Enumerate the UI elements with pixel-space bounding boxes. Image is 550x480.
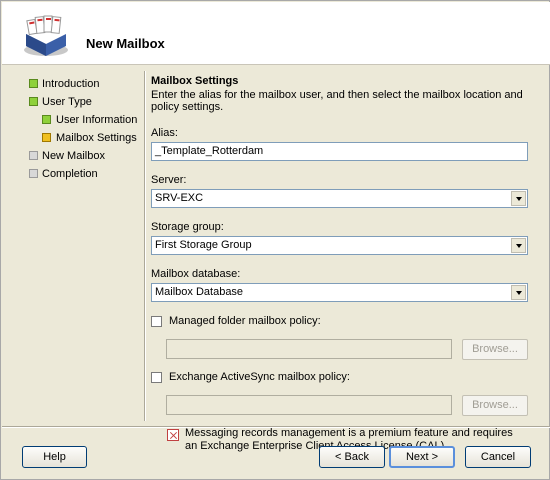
activesync-policy-field (166, 395, 452, 415)
horizontal-divider (2, 426, 550, 428)
activesync-policy-row: Exchange ActiveSync mailbox policy: (151, 371, 531, 387)
step-label: Mailbox Settings (56, 132, 137, 144)
storage-group-value: First Storage Group (155, 239, 252, 251)
mailbox-database-dropdown[interactable]: Mailbox Database (151, 283, 528, 302)
storage-group-label: Storage group: (151, 221, 224, 233)
section-description: Enter the alias for the mailbox user, an… (151, 89, 523, 113)
wizard-steps: Introduction User Type User Information … (21, 75, 141, 183)
back-button[interactable]: < Back (319, 446, 385, 468)
step-complete-icon (42, 115, 51, 124)
managed-folder-policy-label[interactable]: Managed folder mailbox policy: (169, 315, 321, 327)
step-new-mailbox: New Mailbox (21, 147, 141, 165)
managed-folder-policy-row: Managed folder mailbox policy: (151, 315, 531, 331)
activesync-policy-label[interactable]: Exchange ActiveSync mailbox policy: (169, 371, 350, 383)
mailbox-wizard-icon (24, 15, 68, 56)
step-complete-icon (29, 97, 38, 106)
wizard-header: New Mailbox (2, 2, 550, 65)
activesync-policy-checkbox[interactable] (151, 372, 162, 383)
step-label: User Information (56, 114, 138, 126)
alias-value: _Template_Rotterdam (155, 145, 264, 157)
step-label: New Mailbox (42, 150, 105, 162)
alias-label: Alias: (151, 127, 178, 139)
server-value: SRV-EXC (155, 192, 204, 204)
mailbox-settings-panel: Mailbox Settings Enter the alias for the… (151, 75, 531, 457)
step-user-information: User Information (21, 111, 141, 129)
section-title: Mailbox Settings (151, 75, 239, 87)
step-user-type: User Type (21, 93, 141, 111)
step-pending-icon (29, 169, 38, 178)
wizard-title: New Mailbox (86, 36, 165, 51)
managed-folder-policy-field (166, 339, 452, 359)
managed-folder-policy-picker: Browse... (151, 339, 531, 361)
activesync-policy-picker: Browse... (151, 395, 531, 417)
cancel-button[interactable]: Cancel (465, 446, 531, 468)
dropdown-arrow-icon[interactable] (511, 238, 526, 253)
next-button[interactable]: Next > (389, 446, 455, 468)
step-mailbox-settings: Mailbox Settings (21, 129, 141, 147)
step-label: Completion (42, 168, 98, 180)
managed-folder-browse-button[interactable]: Browse... (462, 339, 528, 360)
server-dropdown[interactable]: SRV-EXC (151, 189, 528, 208)
step-label: Introduction (42, 78, 100, 90)
new-mailbox-dialog: New Mailbox Introduction User Type User … (0, 0, 550, 480)
mailbox-database-value: Mailbox Database (155, 286, 244, 298)
storage-group-dropdown[interactable]: First Storage Group (151, 236, 528, 255)
step-pending-icon (29, 151, 38, 160)
alias-input[interactable]: _Template_Rotterdam (151, 142, 528, 161)
step-introduction: Introduction (21, 75, 141, 93)
dropdown-arrow-icon[interactable] (511, 285, 526, 300)
step-label: User Type (42, 96, 92, 108)
dropdown-arrow-icon[interactable] (511, 191, 526, 206)
server-label: Server: (151, 174, 187, 186)
help-button[interactable]: Help (22, 446, 87, 468)
warning-icon (167, 429, 179, 441)
vertical-divider (144, 71, 146, 421)
step-current-icon (42, 133, 51, 142)
managed-folder-policy-checkbox[interactable] (151, 316, 162, 327)
mailbox-database-label: Mailbox database: (151, 268, 241, 280)
step-complete-icon (29, 79, 38, 88)
activesync-browse-button[interactable]: Browse... (462, 395, 528, 416)
step-completion: Completion (21, 165, 141, 183)
